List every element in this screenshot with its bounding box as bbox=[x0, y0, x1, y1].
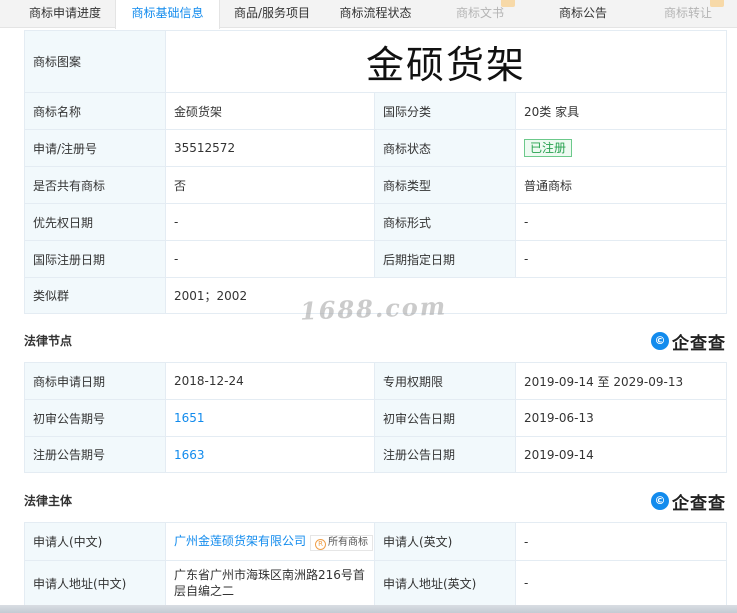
name-value: 金硕货架 bbox=[165, 92, 375, 130]
table-row: 商标申请日期 2018-12-24 专用权期限 2019-09-14 至 202… bbox=[24, 362, 727, 400]
address-en-value: - bbox=[515, 560, 727, 606]
tab-basic-info[interactable]: 商标基础信息 bbox=[115, 0, 220, 29]
qcc-logo-text: 企查查 bbox=[672, 333, 726, 354]
qcc-logo-icon: © bbox=[651, 332, 669, 350]
reg-issue-link[interactable]: 1663 bbox=[174, 448, 205, 462]
apply-date-label: 商标申请日期 bbox=[24, 362, 166, 400]
address-cn-label: 申请人地址(中文) bbox=[24, 560, 166, 606]
exclusive-period-value: 2019-09-14 至 2029-09-13 bbox=[515, 362, 727, 400]
form-value: - bbox=[514, 203, 728, 241]
later-designation-value: - bbox=[514, 240, 728, 278]
status-label: 商标状态 bbox=[374, 129, 516, 167]
priority-date-value: - bbox=[165, 203, 375, 241]
qcc-logo: © 企查查 bbox=[651, 331, 726, 354]
table-row: 是否共有商标 否 商标类型 普通商标 bbox=[24, 166, 728, 204]
legal-subject-table: 申请人(中文) 广州金莲硕货架有限公司 R 所有商标 申请人(英文) - 申请人地址… bbox=[24, 522, 727, 606]
exclusive-period-label: 专用权期限 bbox=[374, 362, 516, 400]
applicant-cn-cell: 广州金莲硕货架有限公司 R 所有商标 bbox=[165, 522, 375, 561]
status-badge: 已注册 bbox=[524, 139, 573, 157]
prelim-issue-link[interactable]: 1651 bbox=[174, 411, 205, 425]
priority-date-label: 优先权日期 bbox=[24, 203, 166, 241]
form-label: 商标形式 bbox=[374, 203, 516, 241]
table-row: 注册公告期号 1663 注册公告日期 2019-09-14 bbox=[24, 436, 727, 473]
table-row: 商标图案 金硕货架 bbox=[24, 30, 728, 93]
horizontal-scrollbar[interactable] bbox=[0, 605, 737, 613]
prelim-issue-cell: 1651 bbox=[165, 399, 375, 437]
basic-info-table: 商标图案 金硕货架 商标名称 金硕货架 国际分类 20类 家具 申请/注册号 3… bbox=[24, 30, 728, 314]
applicant-cn-label: 申请人(中文) bbox=[24, 522, 166, 561]
tab-bar: 商标申请进度 商标基础信息 商品/服务项目 商标流程状态 商标文书 商标公告 商… bbox=[0, 0, 737, 29]
address-en-label: 申请人地址(英文) bbox=[374, 560, 516, 606]
tab-goods-services[interactable]: 商品/服务项目 bbox=[222, 0, 322, 28]
reg-date-label: 注册公告日期 bbox=[374, 436, 516, 473]
similar-group-label: 类似群 bbox=[24, 277, 166, 314]
applicant-en-value: - bbox=[515, 522, 727, 561]
shared-value: 否 bbox=[165, 166, 375, 204]
name-label: 商标名称 bbox=[24, 92, 166, 130]
applicant-cn-link[interactable]: 广州金莲硕货架有限公司 bbox=[174, 534, 306, 548]
table-row: 商标名称 金硕货架 国际分类 20类 家具 bbox=[24, 92, 728, 130]
vip-badge-icon bbox=[710, 0, 724, 7]
reg-date-value: 2019-09-14 bbox=[515, 436, 727, 473]
tab-transfer-label: 商标转让 bbox=[663, 6, 712, 20]
tab-documents-label: 商标文书 bbox=[455, 6, 504, 20]
shared-label: 是否共有商标 bbox=[24, 166, 166, 204]
prelim-issue-label: 初审公告期号 bbox=[24, 399, 166, 437]
table-row: 国际注册日期 - 后期指定日期 - bbox=[24, 240, 728, 278]
type-label: 商标类型 bbox=[374, 166, 516, 204]
status-cell: 已注册 bbox=[514, 129, 728, 167]
reg-no-value: 35512572 bbox=[165, 129, 375, 167]
legal-nodes-title: 法律节点 bbox=[24, 334, 73, 348]
watermark: 1688.com bbox=[299, 291, 448, 326]
table-row: 申请人(中文) 广州金莲硕货架有限公司 R 所有商标 申请人(英文) - bbox=[24, 522, 727, 561]
address-cn-value: 广东省广州市海珠区南洲路216号首层自编之二 bbox=[165, 560, 375, 606]
tab-documents[interactable]: 商标文书 bbox=[440, 0, 520, 28]
table-row: 申请/注册号 35512572 商标状态 已注册 bbox=[24, 129, 728, 167]
reg-no-label: 申请/注册号 bbox=[24, 129, 166, 167]
vip-badge-icon bbox=[501, 0, 515, 7]
intl-reg-date-value: - bbox=[165, 240, 375, 278]
apply-date-value: 2018-12-24 bbox=[165, 362, 375, 400]
applicant-en-label: 申请人(英文) bbox=[374, 522, 516, 561]
registered-icon: R bbox=[315, 539, 327, 550]
prelim-date-value: 2019-06-13 bbox=[515, 399, 727, 437]
table-row: 初审公告期号 1651 初审公告日期 2019-06-13 bbox=[24, 399, 727, 437]
type-value: 普通商标 bbox=[514, 166, 728, 204]
prelim-date-label: 初审公告日期 bbox=[374, 399, 516, 437]
table-row: 优先权日期 - 商标形式 - bbox=[24, 203, 728, 241]
tab-application-progress[interactable]: 商标申请进度 bbox=[0, 0, 130, 28]
legal-nodes-table: 商标申请日期 2018-12-24 专用权期限 2019-09-14 至 202… bbox=[24, 362, 727, 473]
qcc-logo-icon: © bbox=[651, 492, 669, 510]
reg-issue-label: 注册公告期号 bbox=[24, 436, 166, 473]
intl-class-label: 国际分类 bbox=[374, 92, 516, 130]
owner-tag-label: 所有商标 bbox=[328, 537, 369, 548]
reg-issue-cell: 1663 bbox=[165, 436, 375, 473]
tab-announcements[interactable]: 商标公告 bbox=[542, 0, 624, 28]
image-label: 商标图案 bbox=[24, 30, 166, 93]
qcc-logo-text: 企查查 bbox=[672, 493, 726, 514]
tab-transfer[interactable]: 商标转让 bbox=[648, 0, 728, 28]
trademark-image-text: 金硕货架 bbox=[366, 43, 527, 87]
intl-reg-date-label: 国际注册日期 bbox=[24, 240, 166, 278]
legal-subject-title: 法律主体 bbox=[24, 494, 73, 508]
qcc-logo: © 企查查 bbox=[651, 491, 726, 514]
table-row: 申请人地址(中文) 广东省广州市海珠区南洲路216号首层自编之二 申请人地址(英… bbox=[24, 560, 727, 606]
tab-process-status[interactable]: 商标流程状态 bbox=[328, 0, 423, 28]
trademark-image: 金硕货架 bbox=[164, 30, 728, 93]
owner-trademarks-button[interactable]: R 所有商标 bbox=[310, 535, 374, 551]
intl-class-value: 20类 家具 bbox=[514, 92, 728, 130]
later-designation-label: 后期指定日期 bbox=[374, 240, 516, 278]
